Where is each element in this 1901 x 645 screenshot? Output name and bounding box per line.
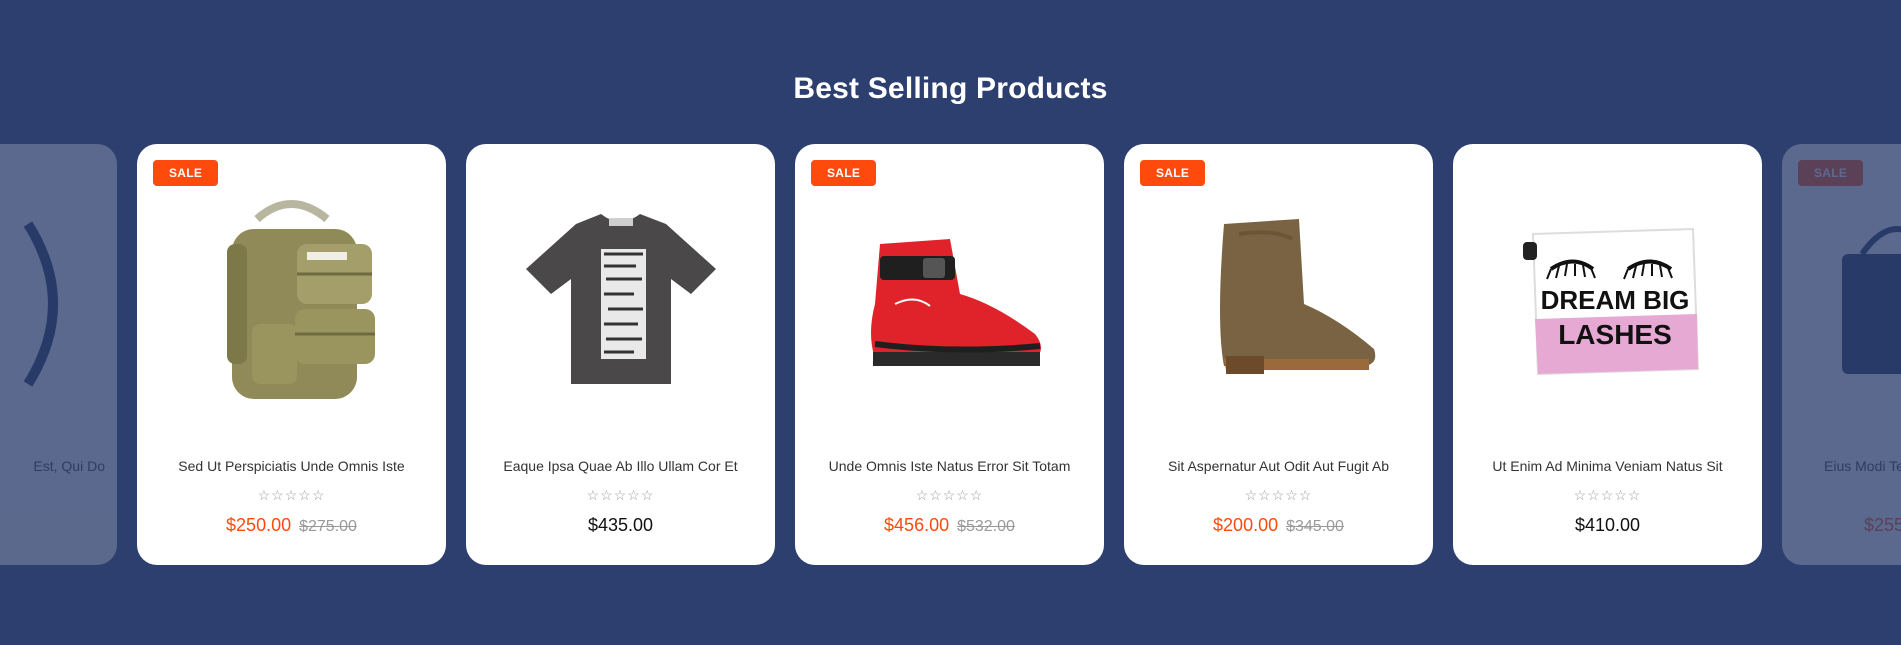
- product-card[interactable]: SALE Unde Omnis Iste Natus Error Sit Tot…: [795, 144, 1104, 565]
- product-image[interactable]: [177, 184, 406, 414]
- product-title[interactable]: Unde Omnis Iste Natus Error Sit Totam: [803, 458, 1096, 474]
- price-current: $250.00: [226, 515, 292, 535]
- sale-badge: SALE: [153, 160, 219, 186]
- product-card[interactable]: Eaque Ipsa Quae Ab Illo Ullam Cor Et ☆☆☆…: [466, 144, 775, 565]
- price-row: $410.00: [1453, 515, 1762, 536]
- product-image[interactable]: [0, 184, 77, 414]
- sale-badge: SALE: [1140, 160, 1206, 186]
- price-row: $456.00 $532.00: [795, 515, 1104, 536]
- product-image[interactable]: [835, 184, 1064, 414]
- product-title[interactable]: Est, Qui Do: [33, 458, 105, 474]
- section-title: Best Selling Products: [793, 72, 1108, 105]
- star-rating: ☆☆☆☆☆: [1244, 487, 1313, 503]
- product-card-partial-left[interactable]: Est, Qui Do: [0, 144, 117, 565]
- price-current: $255: [1864, 515, 1901, 535]
- tote-bag-icon: [1842, 226, 1901, 374]
- product-title[interactable]: Ut Enim Ad Minima Veniam Natus Sit: [1461, 458, 1754, 474]
- price-row: $435.00: [466, 515, 775, 536]
- star-rating: ☆☆☆☆☆: [1573, 487, 1642, 503]
- product-image[interactable]: [1822, 184, 1901, 414]
- sneaker-icon: [871, 239, 1041, 366]
- product-image[interactable]: DREAM BIG LASHES: [1493, 184, 1722, 414]
- product-image[interactable]: [1164, 184, 1393, 414]
- backpack-icon: [227, 200, 375, 399]
- price-row: $250.00 $275.00: [137, 515, 446, 536]
- tshirt-icon: [526, 214, 716, 384]
- price-old: $275.00: [299, 518, 357, 535]
- product-carousel[interactable]: Est, Qui Do SALE Sed Ut Perspiciatis Und…: [0, 144, 1901, 565]
- bag-print-line2: LASHES: [1558, 319, 1672, 350]
- price-old: $345.00: [1286, 518, 1344, 535]
- star-rating: ☆☆☆☆☆: [915, 487, 984, 503]
- price-row: $255: [1864, 515, 1901, 536]
- sale-badge: SALE: [1798, 160, 1864, 186]
- product-title[interactable]: Sit Aspernatur Aut Odit Aut Fugit Ab: [1132, 458, 1425, 474]
- product-card[interactable]: SALE Sit Aspernatur Aut Odit Aut Fugit A…: [1124, 144, 1433, 565]
- product-card[interactable]: SALE Sed Ut Perspiciatis Unde Omnis Iste…: [137, 144, 446, 565]
- price-current: $410.00: [1574, 515, 1641, 535]
- price-old: $532.00: [957, 518, 1015, 535]
- product-image[interactable]: [506, 184, 735, 414]
- sale-badge: SALE: [811, 160, 877, 186]
- product-card[interactable]: DREAM BIG LASHES Ut Enim Ad Minima Venia…: [1453, 144, 1762, 565]
- product-card-partial-right[interactable]: SALE Eius Modi Te $255: [1782, 144, 1901, 565]
- price-current: $200.00: [1213, 515, 1279, 535]
- price-current: $456.00: [884, 515, 950, 535]
- product-title[interactable]: Eaque Ipsa Quae Ab Illo Ullam Cor Et: [474, 458, 767, 474]
- bag-print-line1: DREAM BIG: [1541, 285, 1690, 315]
- star-rating: ☆☆☆☆☆: [257, 487, 326, 503]
- price-row: $200.00 $345.00: [1124, 515, 1433, 536]
- boot-icon: [1220, 219, 1376, 374]
- product-title[interactable]: Sed Ut Perspiciatis Unde Omnis Iste: [145, 458, 438, 474]
- star-rating: ☆☆☆☆☆: [586, 487, 655, 503]
- price-current: $435.00: [587, 515, 654, 535]
- product-title[interactable]: Eius Modi Te: [1824, 458, 1901, 474]
- bag-icon: [23, 221, 58, 387]
- cosmetic-bag-icon: DREAM BIG LASHES: [1523, 227, 1700, 376]
